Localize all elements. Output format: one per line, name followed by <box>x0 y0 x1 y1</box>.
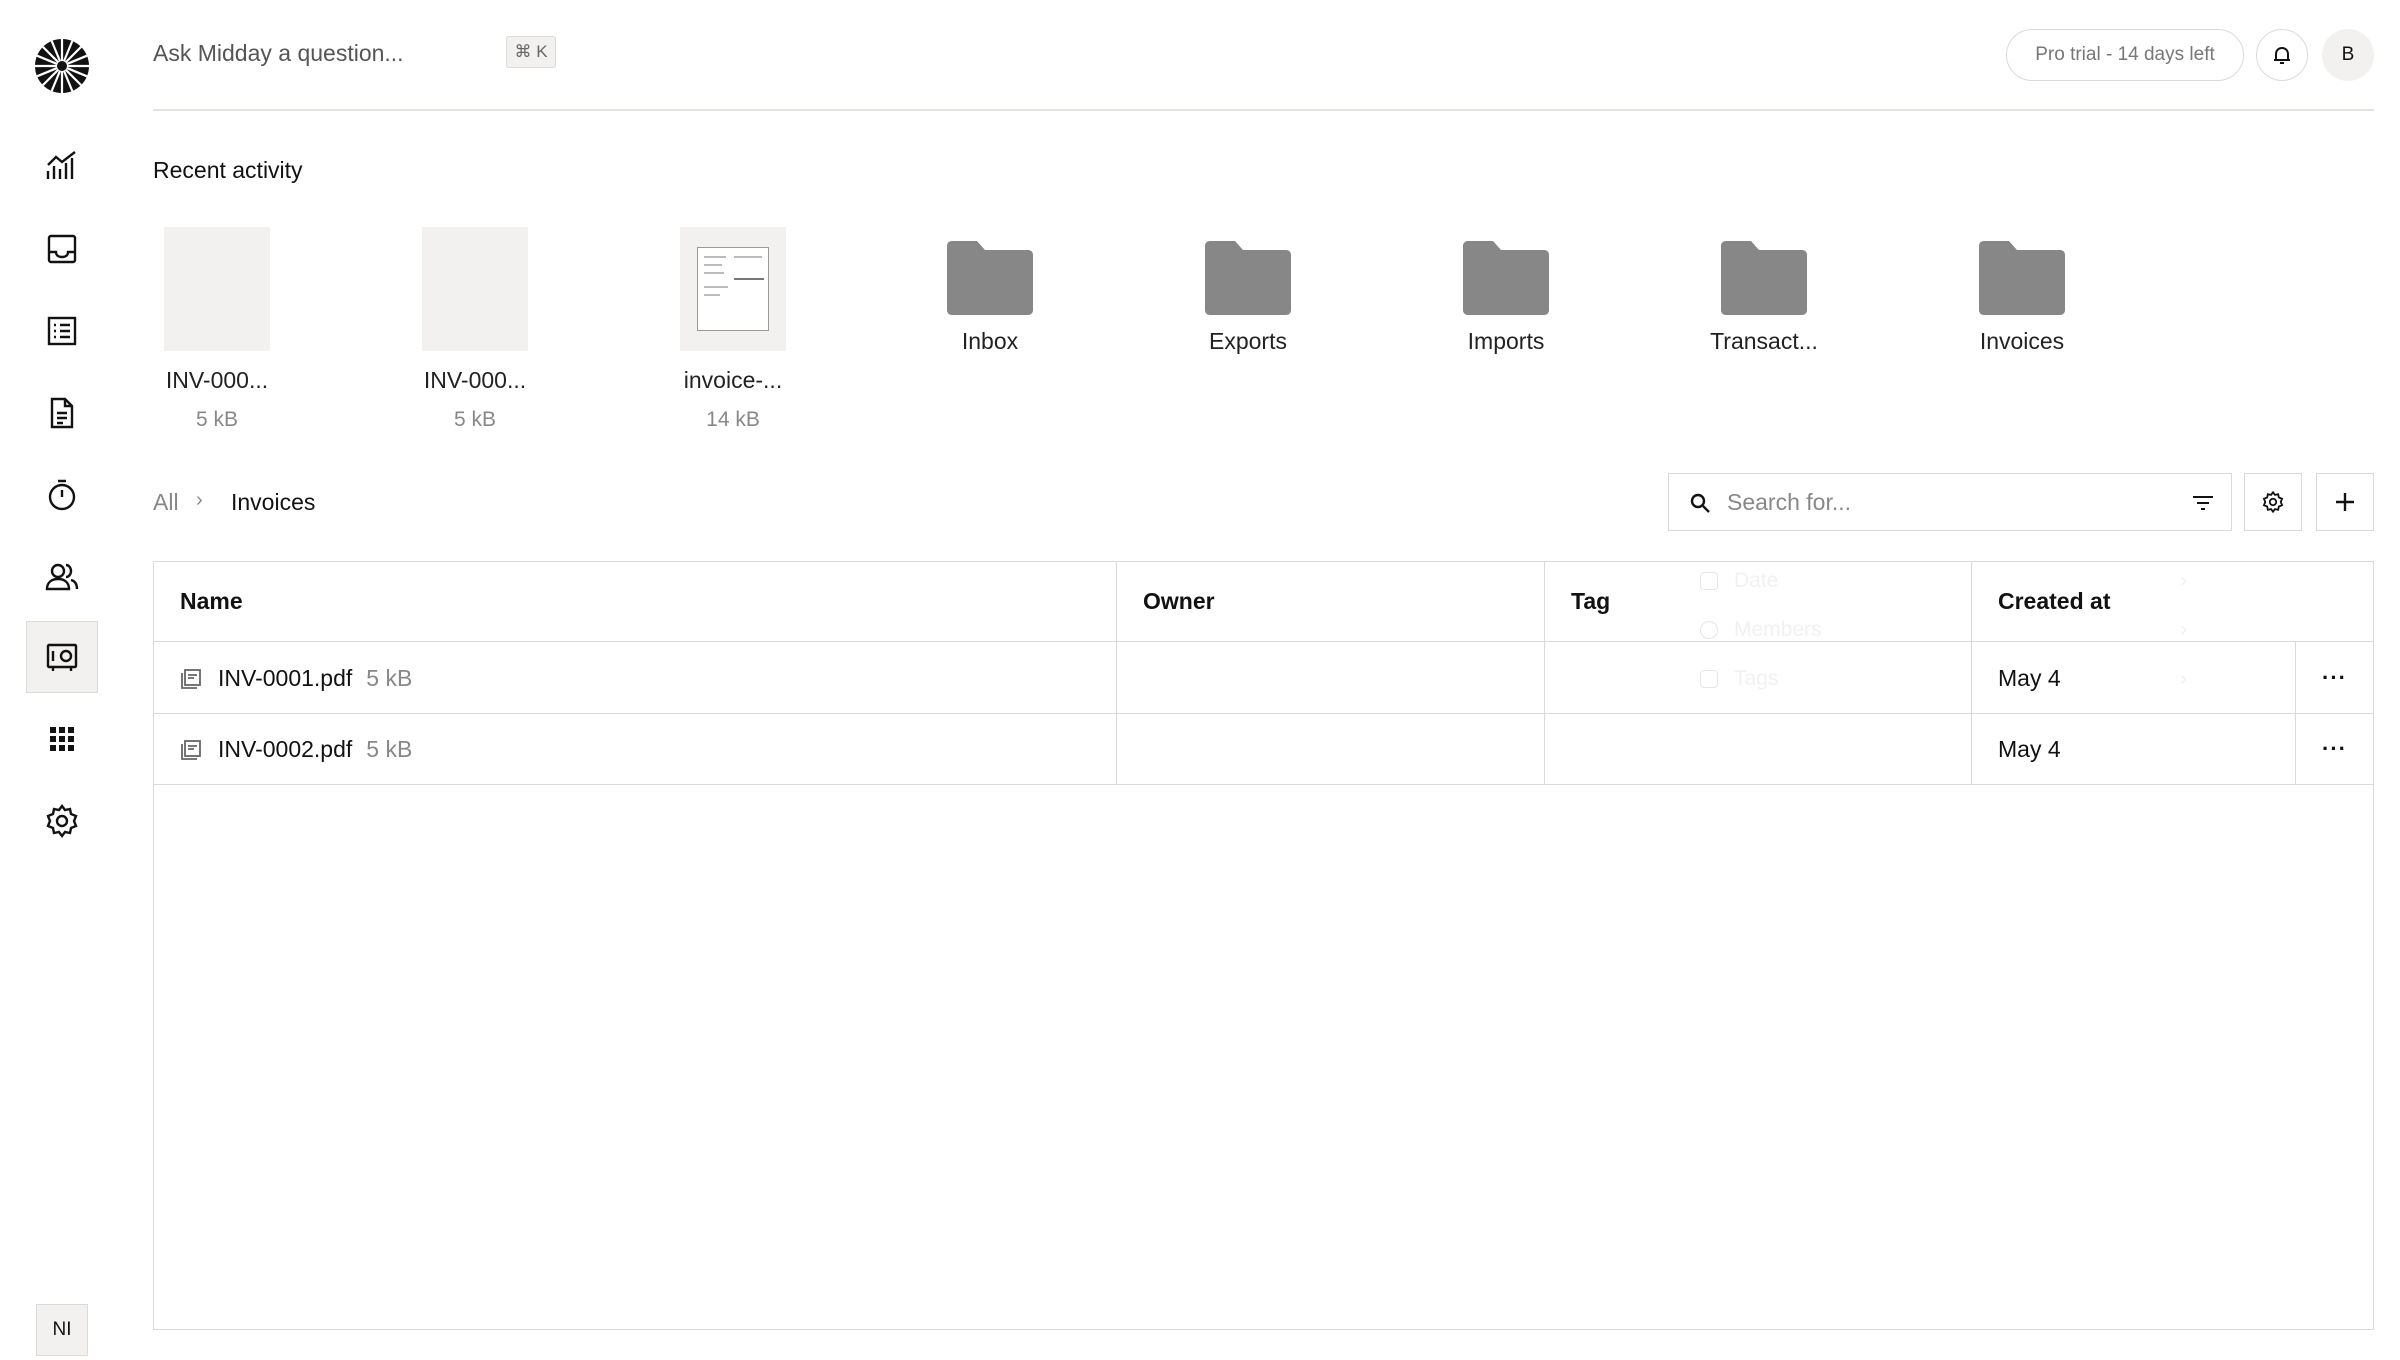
gear-icon <box>46 804 78 838</box>
ask-assistant-input[interactable]: Ask Midday a question... <box>153 40 404 67</box>
folder-name: Invoices <box>1979 328 2065 354</box>
sidebar-item-transactions[interactable] <box>26 295 98 367</box>
folder-icon <box>1721 241 1807 315</box>
vault-settings-button[interactable] <box>2244 473 2302 531</box>
vault-icon <box>46 643 78 671</box>
folder-inbox[interactable]: Inbox <box>900 240 1080 355</box>
created-cell: May 4 <box>1998 664 2061 691</box>
recent-file[interactable]: invoice-... 14 kB <box>653 227 813 432</box>
filter-menu-item[interactable]: Tags › <box>1700 654 2187 703</box>
gear-icon <box>2262 491 2284 513</box>
users-icon <box>45 563 79 591</box>
file-name[interactable]: INV-0002.pdf <box>218 736 352 763</box>
document-preview <box>697 247 769 331</box>
table-row[interactable]: INV-0001.pdf 5 kB May 4 ··· <box>154 642 2373 714</box>
sidebar-item-overview[interactable] <box>26 130 98 202</box>
folder-icon <box>947 241 1033 315</box>
list-icon <box>47 316 77 346</box>
row-actions-button[interactable]: ··· <box>2322 714 2347 784</box>
folder-exports[interactable]: Exports <box>1158 240 1338 355</box>
tag-icon <box>1700 669 1718 688</box>
inbox-icon <box>47 234 77 264</box>
files-table: Name Owner Tag Created at INV-0001.pdf 5… <box>153 561 2374 1330</box>
file-size: 5 kB <box>366 735 413 762</box>
sidebar-item-invoices[interactable] <box>26 377 98 449</box>
sidebar-item-inbox[interactable] <box>26 213 98 285</box>
file-size: 5 kB <box>366 664 413 691</box>
sidebar: NI <box>0 0 124 1360</box>
file-thumbnail <box>164 227 270 351</box>
filter-menu: Date › Members › Tags › <box>1700 556 2187 703</box>
notifications-button[interactable] <box>2256 29 2308 81</box>
column-header-name[interactable]: Name <box>154 562 1116 641</box>
recent-file-size: 5 kB <box>453 408 497 431</box>
bell-icon <box>2274 46 2290 64</box>
file-name[interactable]: INV-0001.pdf <box>218 665 352 692</box>
chevron-right-icon: › <box>196 489 203 511</box>
midday-logo-icon[interactable] <box>34 38 90 94</box>
upload-button[interactable] <box>2316 473 2374 531</box>
table-row[interactable]: INV-0002.pdf 5 kB May 4 ··· <box>154 714 2373 786</box>
document-icon <box>50 397 74 429</box>
recent-file-size: 5 kB <box>195 408 239 431</box>
keyboard-shortcut-hint: ⌘ K <box>506 36 556 68</box>
folder-icon <box>1979 241 2065 315</box>
sidebar-item-settings[interactable] <box>26 785 98 857</box>
trial-badge[interactable]: Pro trial - 14 days left <box>2006 29 2244 81</box>
sidebar-item-vault[interactable] <box>26 621 98 693</box>
folder-transactions[interactable]: Transact... <box>1674 240 1854 355</box>
recent-file[interactable]: INV-000... 5 kB <box>395 227 555 432</box>
pdf-file-icon <box>181 669 201 689</box>
file-name-cell: INV-0002.pdf 5 kB <box>180 714 412 784</box>
chart-icon <box>46 151 76 179</box>
folder-icon <box>1205 241 1291 315</box>
filter-icon[interactable] <box>2191 492 2215 514</box>
plus-icon <box>2336 493 2354 511</box>
folder-name: Inbox <box>961 328 1019 354</box>
search-input[interactable] <box>1727 482 2147 522</box>
sidebar-item-apps[interactable] <box>26 703 98 775</box>
folder-invoices[interactable]: Invoices <box>1932 240 2112 355</box>
folder-name: Imports <box>1467 328 1545 354</box>
search-icon <box>1690 493 1710 513</box>
chevron-right-icon: › <box>2180 568 2187 592</box>
sidebar-item-tracker[interactable] <box>26 459 98 531</box>
column-header-created[interactable]: Created at <box>1972 562 2375 641</box>
recent-file-name: invoice-... <box>683 367 783 393</box>
folder-icon <box>1463 241 1549 315</box>
folder-name: Transact... <box>1710 328 1818 354</box>
filter-menu-item[interactable]: Members › <box>1700 605 2187 654</box>
breadcrumb-all[interactable]: All <box>153 489 179 516</box>
row-actions-button[interactable]: ··· <box>2322 642 2347 714</box>
recent-file[interactable]: INV-000... 5 kB <box>137 227 297 432</box>
recent-file-name: INV-000... <box>165 367 269 393</box>
search-box[interactable] <box>1668 473 2232 531</box>
recent-file-name: INV-000... <box>423 367 527 393</box>
filter-menu-item[interactable]: Date › <box>1700 556 2187 605</box>
breadcrumb-current: Invoices <box>231 489 316 515</box>
recent-activity-title: Recent activity <box>153 157 303 183</box>
file-name-cell: INV-0001.pdf 5 kB <box>180 642 412 714</box>
timer-icon <box>48 479 76 511</box>
sidebar-item-customers[interactable] <box>26 541 98 613</box>
recent-file-size: 14 kB <box>706 408 760 431</box>
avatar[interactable]: B <box>2322 29 2374 81</box>
folder-imports[interactable]: Imports <box>1416 240 1596 355</box>
column-header-owner[interactable]: Owner <box>1117 562 1544 641</box>
pdf-file-icon <box>181 740 201 760</box>
grid-icon <box>50 727 74 751</box>
folder-name: Exports <box>1209 328 1287 354</box>
user-icon <box>1700 620 1718 639</box>
organization-badge[interactable]: NI <box>36 1304 88 1356</box>
created-cell: May 4 <box>1998 735 2061 762</box>
calendar-icon <box>1700 571 1718 590</box>
file-thumbnail <box>680 227 786 351</box>
chevron-right-icon: › <box>2180 666 2187 690</box>
header-divider <box>153 109 2374 111</box>
chevron-right-icon: › <box>2180 617 2187 641</box>
file-thumbnail <box>422 227 528 351</box>
row-divider <box>154 784 2373 785</box>
